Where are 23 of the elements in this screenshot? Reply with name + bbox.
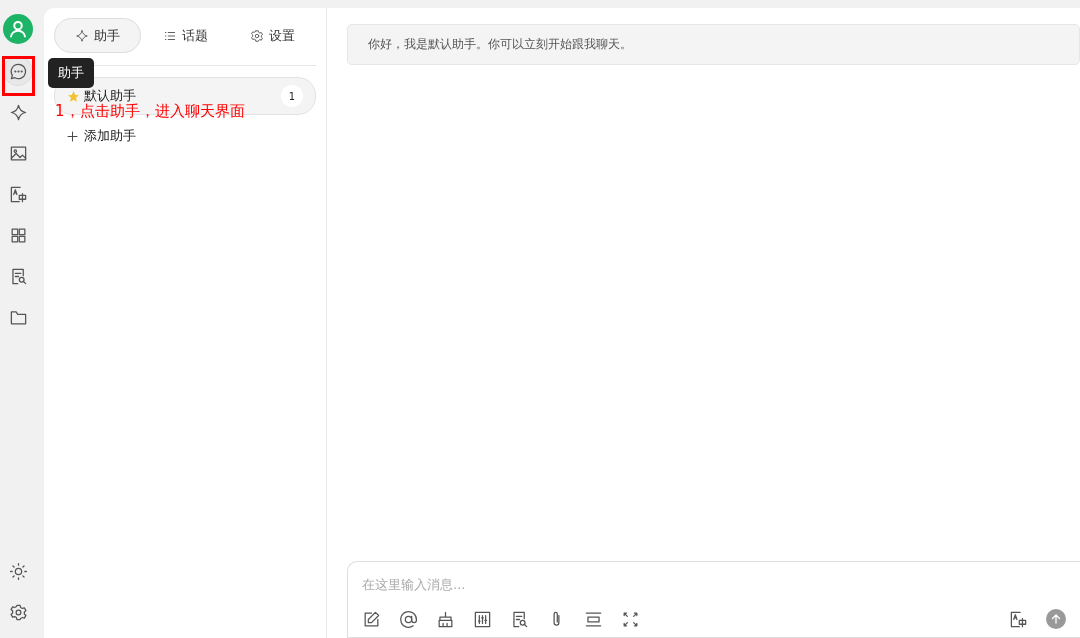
edit-icon[interactable] bbox=[362, 609, 381, 629]
assistant-message: 你好，我是默认助手。你可以立刻开始跟我聊天。 bbox=[347, 24, 1080, 65]
translate-icon[interactable] bbox=[1009, 609, 1028, 629]
assistant-name: 默认助手 bbox=[84, 87, 136, 104]
send-button[interactable] bbox=[1046, 609, 1066, 629]
sliders-icon[interactable] bbox=[473, 609, 492, 629]
settings-icon[interactable] bbox=[250, 28, 264, 43]
settings-icon[interactable] bbox=[8, 602, 28, 622]
tab[interactable]: 设置 bbox=[229, 18, 316, 53]
arrow-up-icon bbox=[1050, 613, 1062, 625]
sparkle-icon[interactable] bbox=[75, 28, 89, 43]
document-search-icon[interactable] bbox=[510, 609, 529, 629]
broom-icon[interactable] bbox=[436, 609, 455, 629]
at-sign-icon[interactable] bbox=[399, 609, 418, 629]
avatar-icon[interactable] bbox=[3, 14, 33, 44]
star-icon bbox=[67, 89, 80, 103]
count-badge: 1 bbox=[281, 85, 303, 107]
tooltip: 助手 bbox=[48, 58, 94, 88]
sun-icon[interactable] bbox=[8, 561, 28, 581]
highlight-frame bbox=[2, 56, 35, 96]
tab[interactable]: 话题 bbox=[141, 18, 229, 53]
tab[interactable]: 助手 bbox=[54, 18, 141, 53]
plus-icon bbox=[66, 129, 79, 143]
